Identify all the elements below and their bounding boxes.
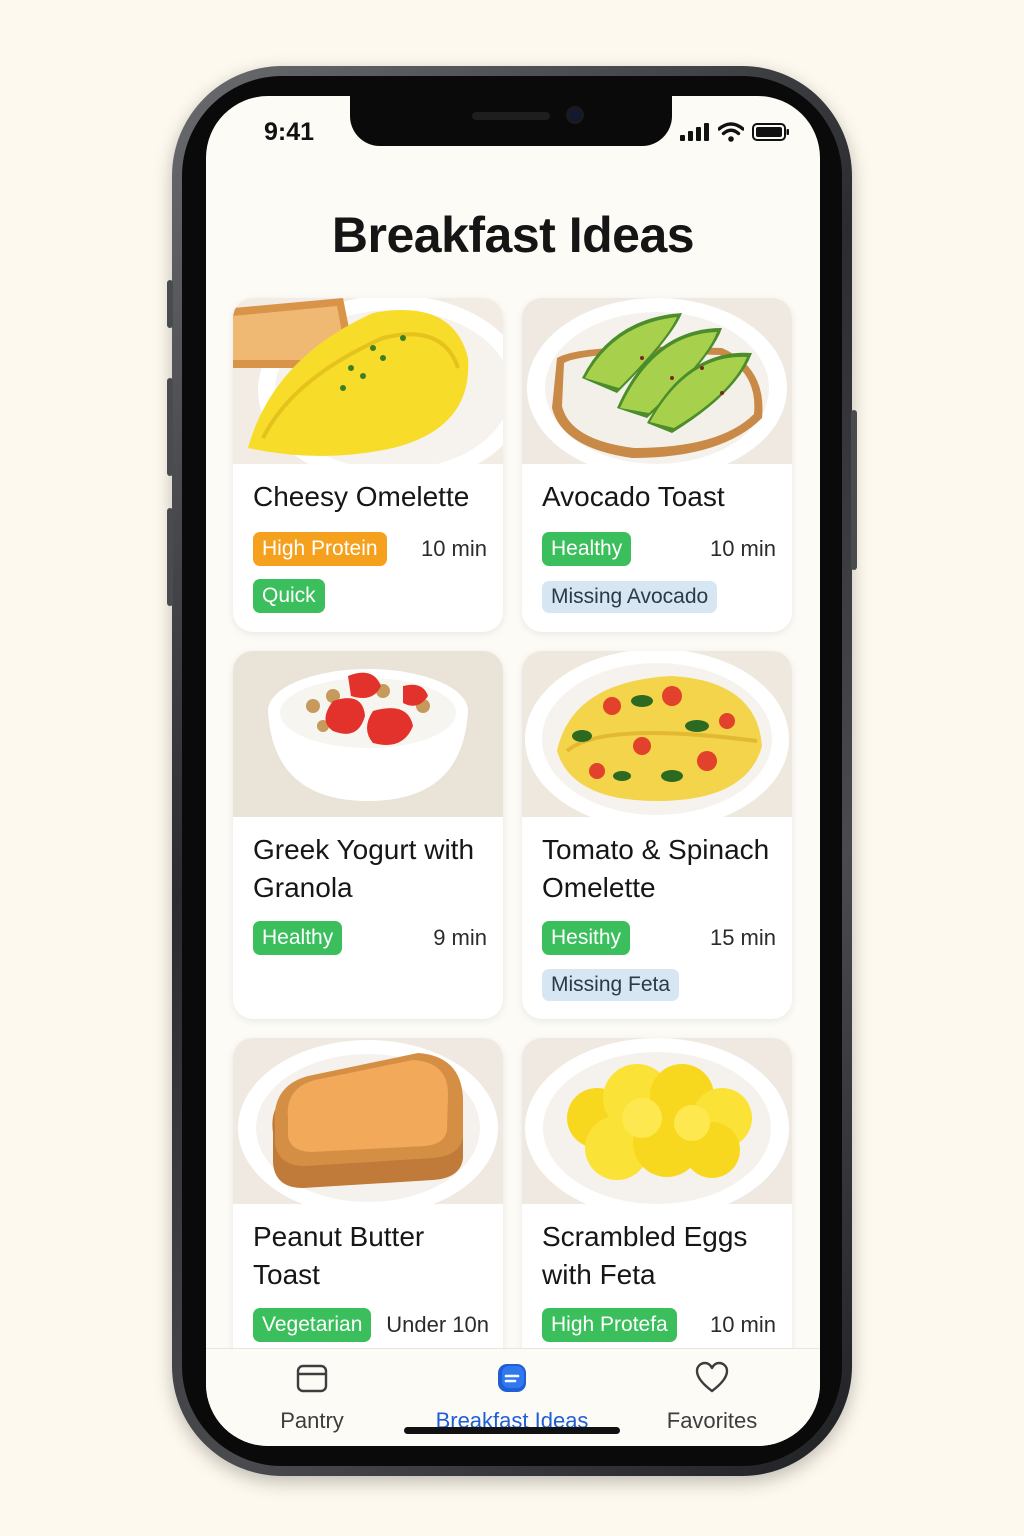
front-camera (566, 106, 584, 124)
recipe-image-scrambled-eggs-feta (522, 1038, 792, 1204)
power-button (851, 410, 857, 570)
recipe-time: 10 min (709, 1312, 776, 1337)
recipe-card-cheesy-omelette[interactable]: Cheesy Omelette High Protein 10 min Quic… (233, 298, 503, 632)
recipe-card-peanut-butter-toast[interactable]: Peanut Butter Toast Vegetarian Under 10n (233, 1038, 503, 1368)
tag-high-protein: High Protein (253, 532, 387, 566)
heart-icon (695, 1361, 729, 1393)
page-title: Breakfast Ideas (331, 207, 695, 263)
tab-pantry[interactable]: Pantry (212, 1361, 412, 1434)
tag-vegetarian: Vegetarian (253, 1308, 372, 1342)
recipe-image-cheesy-omelette (233, 298, 503, 464)
tab-label: Favorites (666, 1408, 758, 1433)
recipe-card-scrambled-eggs-feta[interactable]: Scrambled Eggs with Feta High Protefa 10… (522, 1038, 792, 1368)
battery-icon (752, 123, 789, 141)
tab-favorites[interactable]: Favorites (612, 1361, 812, 1434)
tag-healthy: Healthy (542, 532, 632, 566)
recipe-card-greek-yogurt[interactable]: Greek Yogurt with Granola Healthy 9 min (233, 651, 503, 1019)
status-icons (680, 122, 790, 142)
recipe-title: Greek Yogurt with Granola (253, 834, 475, 903)
recipe-image-greek-yogurt (233, 651, 503, 817)
volume-up-button (167, 378, 173, 476)
tag-healthy: Healthy (253, 921, 343, 955)
recipe-time: Under 10n (386, 1312, 489, 1337)
tab-breakfast-ideas[interactable]: Breakfast Ideas (412, 1361, 612, 1434)
status-time: 9:41 (264, 118, 315, 146)
missing-ingredient-badge: Missing Feta (542, 969, 680, 1001)
phone-screen: 9:41 Breakfast Ideas Cheesy Omelette Hig… (206, 96, 820, 1446)
pantry-icon (296, 1364, 328, 1393)
recipe-time: 10 min (420, 536, 487, 561)
recipe-image-avocado-toast (522, 298, 792, 464)
tag-healthy: Hesithy (542, 921, 631, 955)
recipe-title: Cheesy Omelette (253, 481, 470, 512)
silent-switch (167, 280, 173, 328)
recipe-title: Tomato & Spinach Omelette (542, 834, 770, 903)
recipe-title: Peanut Butter Toast (253, 1221, 425, 1290)
wifi-icon (718, 122, 744, 142)
notch (350, 96, 672, 146)
recipe-card-avocado-toast[interactable]: Avocado Toast Healthy 10 min Missing Avo… (522, 298, 792, 632)
tab-label: Pantry (280, 1408, 344, 1433)
cellular-signal-icon (680, 123, 709, 141)
tag-high-protein: High Protefa (542, 1308, 677, 1342)
recipe-time: 9 min (433, 925, 487, 950)
home-indicator[interactable] (404, 1427, 620, 1434)
breakfast-ideas-icon (498, 1364, 526, 1392)
tag-quick: Quick (253, 579, 325, 613)
recipe-title: Scrambled Eggs with Feta (542, 1221, 748, 1290)
recipe-time: 15 min (709, 925, 776, 950)
recipe-time: 10 min (709, 536, 776, 561)
volume-down-button (167, 508, 173, 606)
earpiece-speaker (472, 112, 550, 120)
recipe-title: Avocado Toast (542, 481, 725, 512)
missing-ingredient-badge: Missing Avocado (542, 581, 718, 613)
recipe-image-tomato-spinach-omelette (522, 651, 792, 817)
recipe-card-tomato-spinach-omelette[interactable]: Tomato & Spinach Omelette Hesithy 15 min… (522, 651, 792, 1019)
recipe-image-peanut-butter-toast (233, 1038, 503, 1204)
